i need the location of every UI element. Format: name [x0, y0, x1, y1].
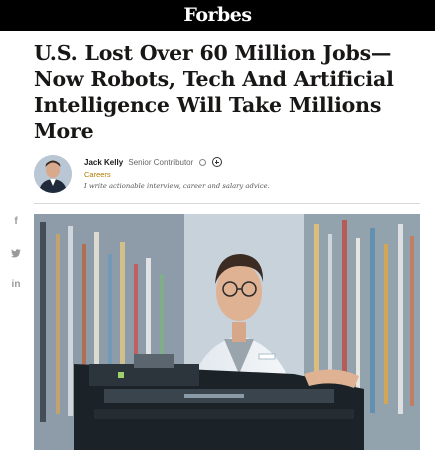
author-avatar[interactable] — [34, 155, 72, 193]
info-icon[interactable] — [198, 159, 206, 166]
avatar-image — [34, 155, 72, 193]
facebook-icon[interactable]: f — [9, 215, 23, 229]
hero-image — [34, 214, 420, 450]
divider — [34, 203, 420, 204]
category-link[interactable]: Careers — [84, 170, 111, 179]
author-line: Jack Kelly Senior Contributor — [84, 157, 222, 168]
author-tagline: I write actionable interview, career and… — [84, 182, 270, 190]
headline-line: Now Robots, Tech And Artificial — [34, 67, 394, 91]
author-byline: Jack Kelly Senior Contributor Careers I … — [34, 155, 420, 195]
author-name[interactable]: Jack Kelly — [84, 158, 123, 167]
headline-line: More — [34, 119, 94, 143]
forbes-logo[interactable]: Forbes — [0, 0, 435, 31]
site-header: Forbes — [0, 0, 435, 31]
headline-line: Intelligence Will Take Millions — [34, 93, 382, 117]
pharmacist-robot-photo — [34, 214, 420, 450]
linkedin-icon[interactable]: in — [9, 278, 23, 292]
headline-line: U.S. Lost Over 60 Million Jobs— — [34, 41, 392, 65]
article-headline: U.S. Lost Over 60 Million Jobs— Now Robo… — [34, 40, 420, 144]
author-role: Senior Contributor — [128, 158, 194, 167]
follow-plus-icon[interactable] — [211, 157, 222, 167]
twitter-icon[interactable] — [9, 246, 23, 260]
